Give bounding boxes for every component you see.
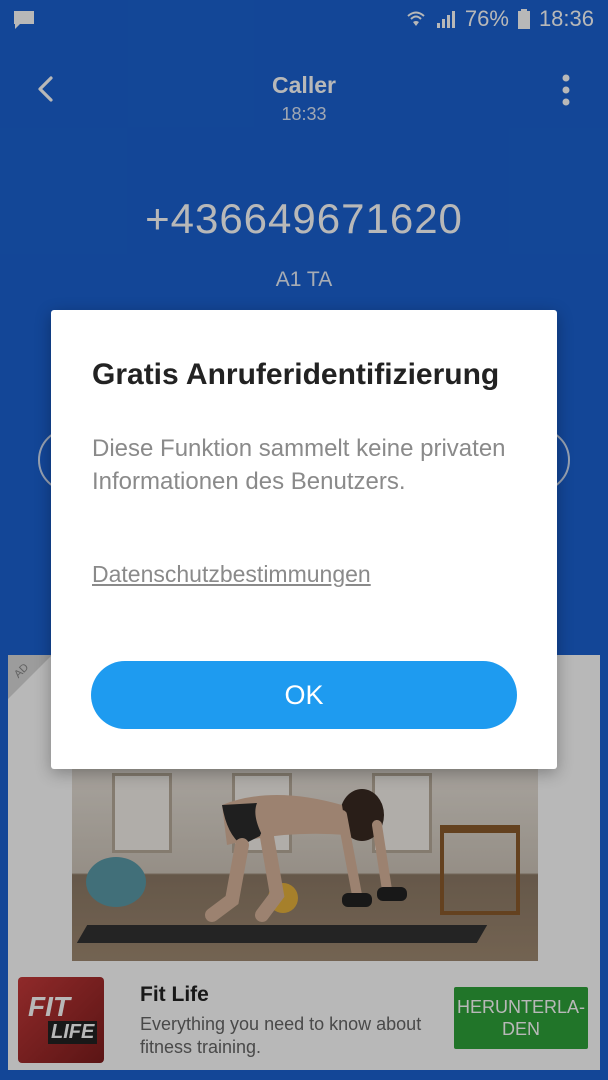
caller-id-dialog: Gratis Anruferidentifizierung Diese Funk… — [51, 310, 557, 769]
dialog-title: Gratis Anruferidentifizierung — [92, 358, 500, 391]
caller-screen: 76% 18:36 Caller 18:33 +436649671620 A1 … — [0, 0, 608, 1080]
privacy-policy-link[interactable]: Datenschutzbestimmungen — [92, 561, 371, 588]
ok-button[interactable]: OK — [91, 661, 517, 729]
dialog-body: Diese Funktion sammelt keine privaten In… — [92, 435, 506, 495]
